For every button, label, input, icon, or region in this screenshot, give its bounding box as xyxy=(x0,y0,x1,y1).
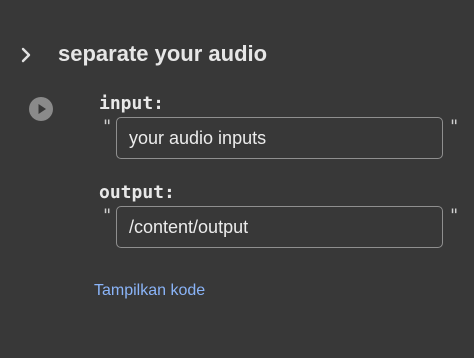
output-field[interactable] xyxy=(116,206,443,248)
input-field-label: input: xyxy=(99,93,165,114)
play-icon xyxy=(38,104,46,114)
output-quote-open: " xyxy=(102,206,113,226)
form-cell: separate your audio input: " " output: "… xyxy=(0,0,474,358)
chevron-right-icon[interactable] xyxy=(14,43,38,67)
output-field-label: output: xyxy=(99,182,175,203)
run-cell-button[interactable] xyxy=(29,97,53,121)
section-title: separate your audio xyxy=(58,41,268,66)
input-quote-open: " xyxy=(102,117,113,137)
show-code-link[interactable]: Tampilkan kode xyxy=(94,282,205,300)
output-quote-close: " xyxy=(449,206,460,226)
input-quote-close: " xyxy=(449,117,460,137)
input-field[interactable] xyxy=(116,117,443,159)
